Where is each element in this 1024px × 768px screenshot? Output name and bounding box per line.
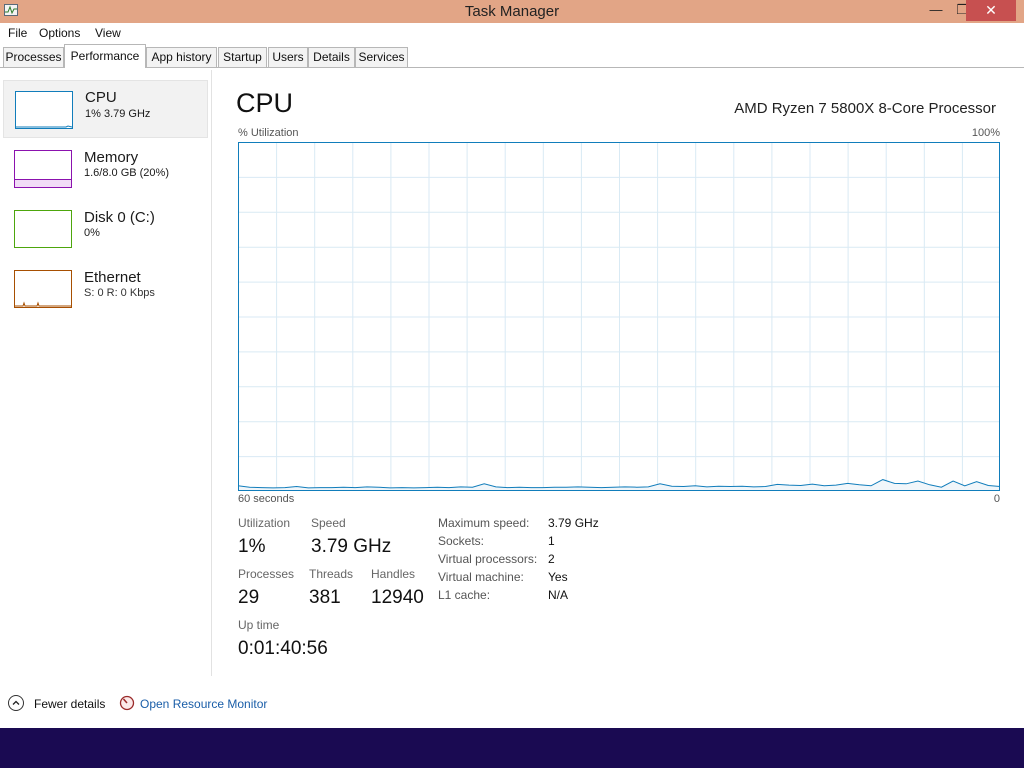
- l1-cache-key: L1 cache:: [438, 588, 491, 602]
- utilization-label: Utilization: [238, 516, 291, 530]
- taskbar: [0, 728, 1024, 768]
- threads-value: 381: [309, 587, 341, 608]
- memory-thumbnail-graph: [14, 150, 72, 188]
- tab-details[interactable]: Details: [308, 47, 355, 67]
- sidebar-item-memory[interactable]: Memory 1.6/8.0 GB (20%): [3, 140, 208, 198]
- speed-label: Speed: [311, 516, 346, 530]
- cpu-model-name: AMD Ryzen 7 5800X 8-Core Processor: [734, 100, 996, 117]
- graph-y-label: % Utilization: [238, 127, 299, 139]
- tab-processes[interactable]: Processes: [3, 47, 64, 67]
- menu-bar: File Options View: [0, 23, 1024, 43]
- graph-grid: [238, 142, 1000, 491]
- cpu-thumbnail-graph: [15, 91, 73, 129]
- sidebar-divider: [211, 70, 212, 676]
- processes-value: 29: [238, 587, 260, 608]
- max-speed-key: Maximum speed:: [438, 516, 530, 530]
- processes-label: Processes: [238, 567, 295, 581]
- sidebar-cpu-sub: 1% 3.79 GHz: [85, 108, 151, 120]
- graph-y-max-label: 100%: [971, 127, 1000, 139]
- l1-cache-value: N/A: [548, 588, 569, 602]
- uptime-value: 0:01:40:56: [238, 638, 328, 659]
- disk-thumbnail-graph: [14, 210, 72, 248]
- virtual-processors-key: Virtual processors:: [438, 552, 538, 566]
- fewer-details-chevron-up-icon[interactable]: [8, 695, 24, 711]
- resource-monitor-icon[interactable]: [119, 695, 135, 711]
- sockets-value: 1: [548, 534, 555, 548]
- tab-users[interactable]: Users: [268, 47, 308, 67]
- threads-label: Threads: [309, 567, 354, 581]
- menu-file[interactable]: File: [8, 26, 27, 40]
- sockets-key: Sockets:: [438, 534, 485, 548]
- sidebar-item-ethernet[interactable]: Ethernet S: 0 R: 0 Kbps: [3, 260, 208, 318]
- sidebar-item-disk[interactable]: Disk 0 (C:) 0%: [3, 200, 208, 258]
- sidebar-item-cpu[interactable]: CPU 1% 3.79 GHz: [3, 80, 208, 138]
- page-title: CPU: [236, 88, 294, 118]
- handles-label: Handles: [371, 567, 416, 581]
- minimize-button[interactable]: —: [922, 0, 950, 21]
- sidebar-memory-name: Memory: [84, 149, 139, 166]
- sidebar-ethernet-sub: S: 0 R: 0 Kbps: [84, 287, 155, 299]
- sidebar-cpu-name: CPU: [85, 89, 117, 106]
- title-bar: Task Manager — ❐ ✕: [0, 0, 1024, 23]
- sidebar-ethernet-name: Ethernet: [84, 269, 141, 286]
- tab-strip-line: [0, 67, 1024, 68]
- uptime-label: Up time: [238, 618, 280, 632]
- tab-performance[interactable]: Performance: [64, 44, 146, 68]
- speed-value: 3.79 GHz: [311, 536, 392, 557]
- utilization-value: 1%: [238, 536, 266, 557]
- cpu-utilization-graph: [238, 142, 1000, 491]
- ethernet-thumbnail-graph: [14, 270, 72, 308]
- sidebar-memory-sub: 1.6/8.0 GB (20%): [84, 167, 169, 179]
- tab-app-history[interactable]: App history: [146, 47, 217, 67]
- virtual-machine-value: Yes: [548, 570, 568, 584]
- graph-x-left-label: 60 seconds: [238, 493, 295, 505]
- menu-options[interactable]: Options: [39, 26, 80, 40]
- virtual-machine-key: Virtual machine:: [438, 570, 524, 584]
- tab-services[interactable]: Services: [355, 47, 408, 67]
- open-resource-monitor-link[interactable]: Open Resource Monitor: [140, 697, 267, 711]
- max-speed-value: 3.79 GHz: [548, 516, 599, 530]
- sidebar-disk-name: Disk 0 (C:): [84, 209, 155, 226]
- handles-value: 12940: [371, 587, 424, 608]
- graph-x-right-label: 0: [993, 493, 1000, 505]
- window-title: Task Manager: [464, 3, 560, 20]
- tab-startup[interactable]: Startup: [218, 47, 267, 67]
- close-button[interactable]: ✕: [966, 0, 1016, 21]
- virtual-processors-value: 2: [548, 552, 555, 566]
- fewer-details-button[interactable]: Fewer details: [34, 697, 105, 711]
- menu-view[interactable]: View: [95, 26, 121, 40]
- sidebar-disk-sub: 0%: [84, 227, 100, 239]
